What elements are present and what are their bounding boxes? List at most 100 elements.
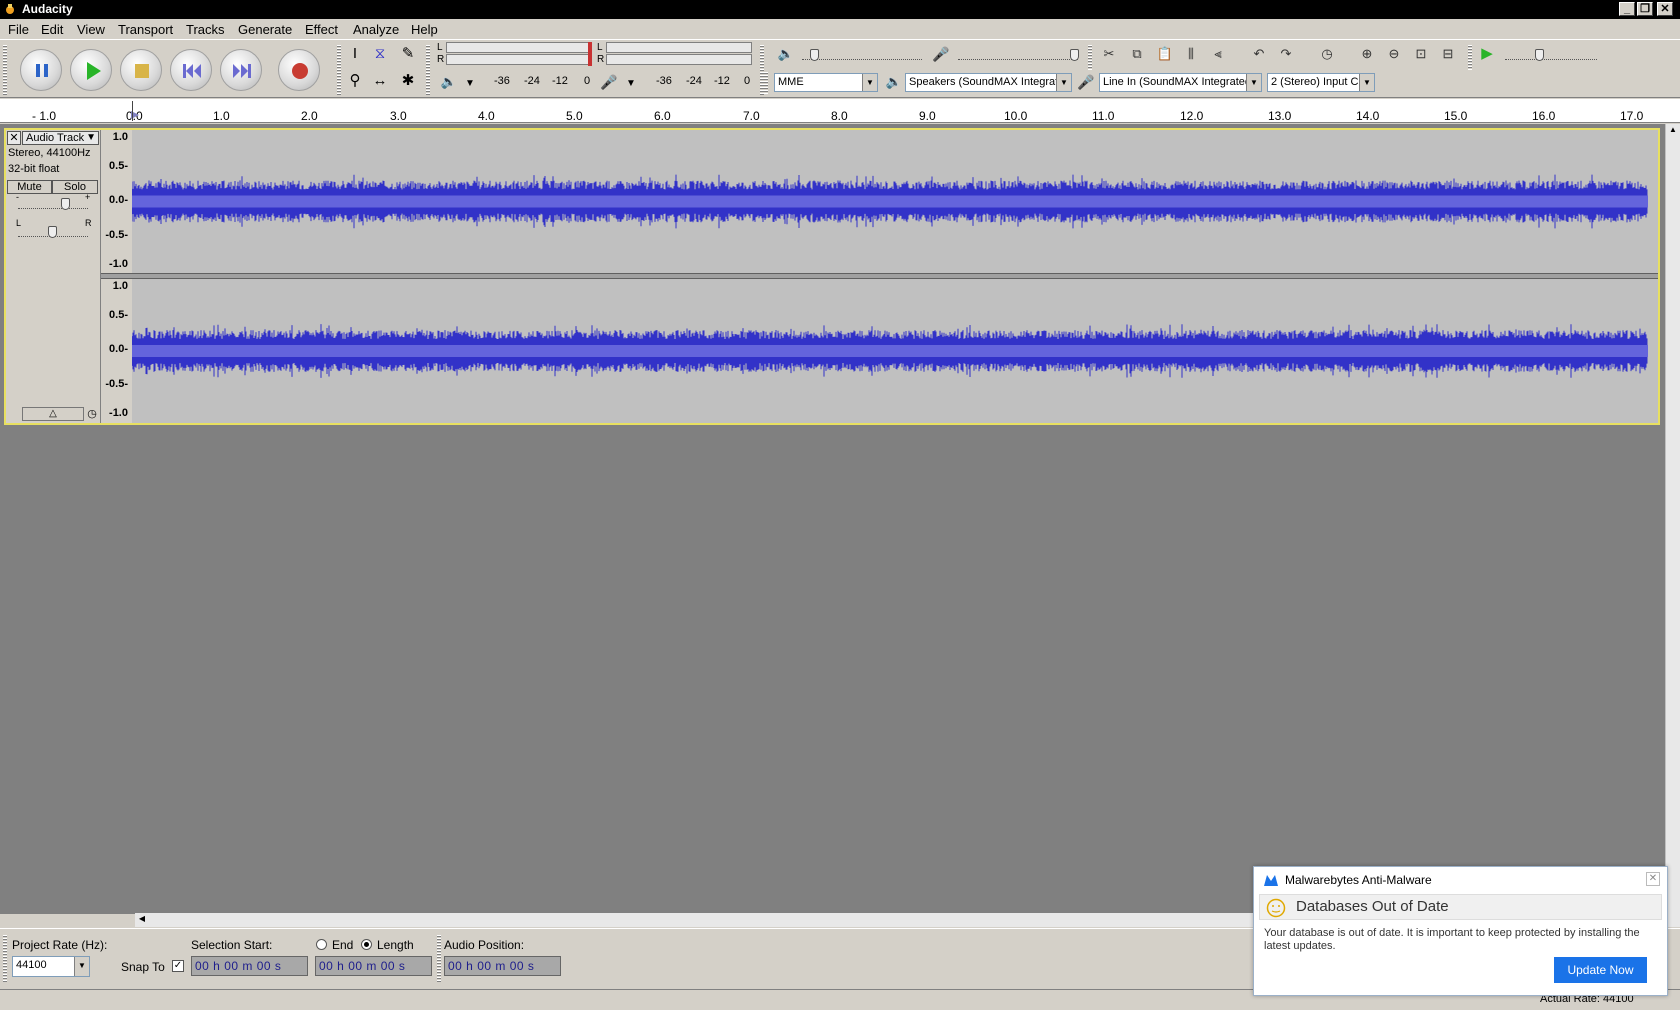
trim-icon[interactable]: ⫼ xyxy=(1180,43,1202,65)
menu-view[interactable]: View xyxy=(77,22,105,37)
toolbar-grip[interactable] xyxy=(437,935,441,983)
skip-to-start-button[interactable] xyxy=(170,49,212,91)
fit-project-icon[interactable]: ⊟ xyxy=(1437,43,1459,65)
warning-face-icon xyxy=(1266,898,1286,918)
amp-label: 0.0- xyxy=(109,194,128,206)
toolbar-grip[interactable] xyxy=(1088,45,1092,70)
selection-tool-icon[interactable]: I xyxy=(344,43,366,65)
meter-rec-right-label: R xyxy=(597,54,605,65)
track-menu-button[interactable]: Audio Track ▼ xyxy=(22,131,99,145)
pause-button[interactable] xyxy=(20,49,62,91)
menu-help[interactable]: Help xyxy=(411,22,438,37)
stop-button[interactable] xyxy=(120,49,162,91)
menu-edit[interactable]: Edit xyxy=(41,22,63,37)
play-at-speed-icon[interactable]: ▶ xyxy=(1476,43,1498,65)
close-button[interactable]: ✕ xyxy=(1657,2,1673,16)
project-rate-label: Project Rate (Hz): xyxy=(12,938,108,952)
pan-slider[interactable] xyxy=(18,223,88,238)
redo-icon[interactable]: ↷ xyxy=(1275,43,1297,65)
copy-icon[interactable]: ⧉ xyxy=(1126,43,1148,65)
project-rate-value: 44100 xyxy=(16,959,47,971)
ruler-tick-label: 2.0 xyxy=(301,109,318,123)
timeshift-tool-icon[interactable]: ↔ xyxy=(369,70,391,92)
audio-host-select[interactable]: MME ▼ xyxy=(774,73,878,92)
track-sample-format: 32-bit float xyxy=(8,163,60,175)
toolbar-grip[interactable] xyxy=(764,72,768,94)
skip-to-end-button[interactable] xyxy=(220,49,262,91)
toolbar-grip[interactable] xyxy=(426,45,430,95)
envelope-tool-icon[interactable]: ⧖ xyxy=(369,43,391,65)
notification-close-button[interactable]: ✕ xyxy=(1646,872,1660,886)
zoom-in-icon[interactable]: ⊕ xyxy=(1356,43,1378,65)
menu-analyze[interactable]: Analyze xyxy=(353,22,399,37)
toolbar-grip[interactable] xyxy=(1468,45,1472,70)
playback-meter-menu-icon[interactable]: ▼ xyxy=(459,73,481,95)
microphone-icon[interactable]: 🎤 xyxy=(598,71,620,93)
track-format: Stereo, 44100Hz xyxy=(8,147,91,159)
audio-host-value: MME xyxy=(778,76,804,88)
draw-tool-icon[interactable]: ✎ xyxy=(397,43,419,65)
input-volume-slider[interactable] xyxy=(958,46,1079,61)
solo-button[interactable]: Solo xyxy=(52,180,98,194)
ruler-tick-label: 8.0 xyxy=(831,109,848,123)
scroll-up-icon[interactable]: ▲ xyxy=(1667,125,1679,137)
minimize-button[interactable]: _ xyxy=(1619,2,1635,16)
menu-effect[interactable]: Effect xyxy=(305,22,338,37)
paste-icon[interactable]: 📋 xyxy=(1154,43,1176,65)
toolbar-grip[interactable] xyxy=(337,45,341,95)
menu-tracks[interactable]: Tracks xyxy=(186,22,225,37)
collapse-track-button[interactable]: △ xyxy=(22,407,84,421)
toolbar-grip[interactable] xyxy=(3,935,7,983)
playhead-marker-icon[interactable] xyxy=(131,101,139,121)
playback-meter-right xyxy=(446,54,592,65)
scroll-left-icon[interactable]: ◀ xyxy=(136,914,148,926)
audio-position-label: Audio Position: xyxy=(444,938,525,952)
vertical-scrollbar[interactable]: ▲ xyxy=(1665,124,1680,914)
output-device-value: Speakers (SoundMAX Integrat xyxy=(909,76,1059,88)
fit-selection-icon[interactable]: ⊡ xyxy=(1410,43,1432,65)
audio-position-time[interactable]: 00 h 00 m 00 s xyxy=(444,956,561,976)
restore-button[interactable]: ❐ xyxy=(1637,2,1653,16)
skip-start-icon xyxy=(183,64,201,78)
meter-scale-label: -12 xyxy=(552,75,568,87)
waveform-right-channel[interactable] xyxy=(132,279,1648,423)
snap-to-checkbox[interactable]: ✓ xyxy=(172,960,184,972)
record-meter-menu-icon[interactable]: ▼ xyxy=(620,73,642,95)
malwarebytes-logo-icon xyxy=(1264,875,1278,886)
multi-tool-icon[interactable]: ✱ xyxy=(397,70,419,92)
output-volume-slider[interactable] xyxy=(802,46,922,61)
amp-label: -0.5- xyxy=(105,378,128,390)
record-button[interactable] xyxy=(278,49,320,91)
menu-file[interactable]: File xyxy=(8,22,29,37)
notification-title: Databases Out of Date xyxy=(1296,898,1449,915)
sync-lock-icon[interactable]: ◷ xyxy=(1316,43,1338,65)
project-rate-select[interactable]: 44100 ▼ xyxy=(12,956,90,977)
notification-message: Your database is out of date. It is impo… xyxy=(1264,927,1640,952)
amp-label: 1.0 xyxy=(112,131,128,143)
input-channels-select[interactable]: 2 (Stereo) Input C ▼ xyxy=(1267,73,1375,92)
waveform-left-channel[interactable] xyxy=(132,130,1648,273)
update-now-button[interactable]: Update Now xyxy=(1554,957,1647,983)
length-radio[interactable] xyxy=(361,939,372,950)
zoom-out-icon[interactable]: ⊖ xyxy=(1383,43,1405,65)
menu-generate[interactable]: Generate xyxy=(238,22,292,37)
input-device-select[interactable]: Line In (SoundMAX Integrated ▼ xyxy=(1099,73,1262,92)
selection-start-time[interactable]: 00 h 00 m 00 s xyxy=(191,956,308,976)
output-device-select[interactable]: Speakers (SoundMAX Integrat ▼ xyxy=(905,73,1072,92)
mute-button[interactable]: Mute xyxy=(7,180,52,194)
play-button[interactable] xyxy=(70,49,112,91)
close-track-button[interactable]: ✕ xyxy=(7,131,21,145)
speaker-icon[interactable]: 🔈 xyxy=(438,71,460,93)
selection-length-time[interactable]: 00 h 00 m 00 s xyxy=(315,956,432,976)
menu-transport[interactable]: Transport xyxy=(118,22,173,37)
zoom-tool-icon[interactable]: ⚲ xyxy=(344,70,366,92)
end-radio[interactable] xyxy=(316,939,327,950)
undo-icon[interactable]: ↶ xyxy=(1248,43,1270,65)
play-speed-slider[interactable] xyxy=(1505,46,1597,61)
gain-slider[interactable] xyxy=(18,195,88,210)
silence-icon[interactable]: ⫷ xyxy=(1207,43,1229,65)
meter-peak-marker xyxy=(588,42,592,66)
toolbar-grip[interactable] xyxy=(3,45,7,95)
timeline-ruler[interactable]: - 1.0 0.0 1.0 2.0 3.0 4.0 5.0 6.0 7.0 8.… xyxy=(0,99,1680,123)
cut-icon[interactable]: ✂ xyxy=(1098,43,1120,65)
